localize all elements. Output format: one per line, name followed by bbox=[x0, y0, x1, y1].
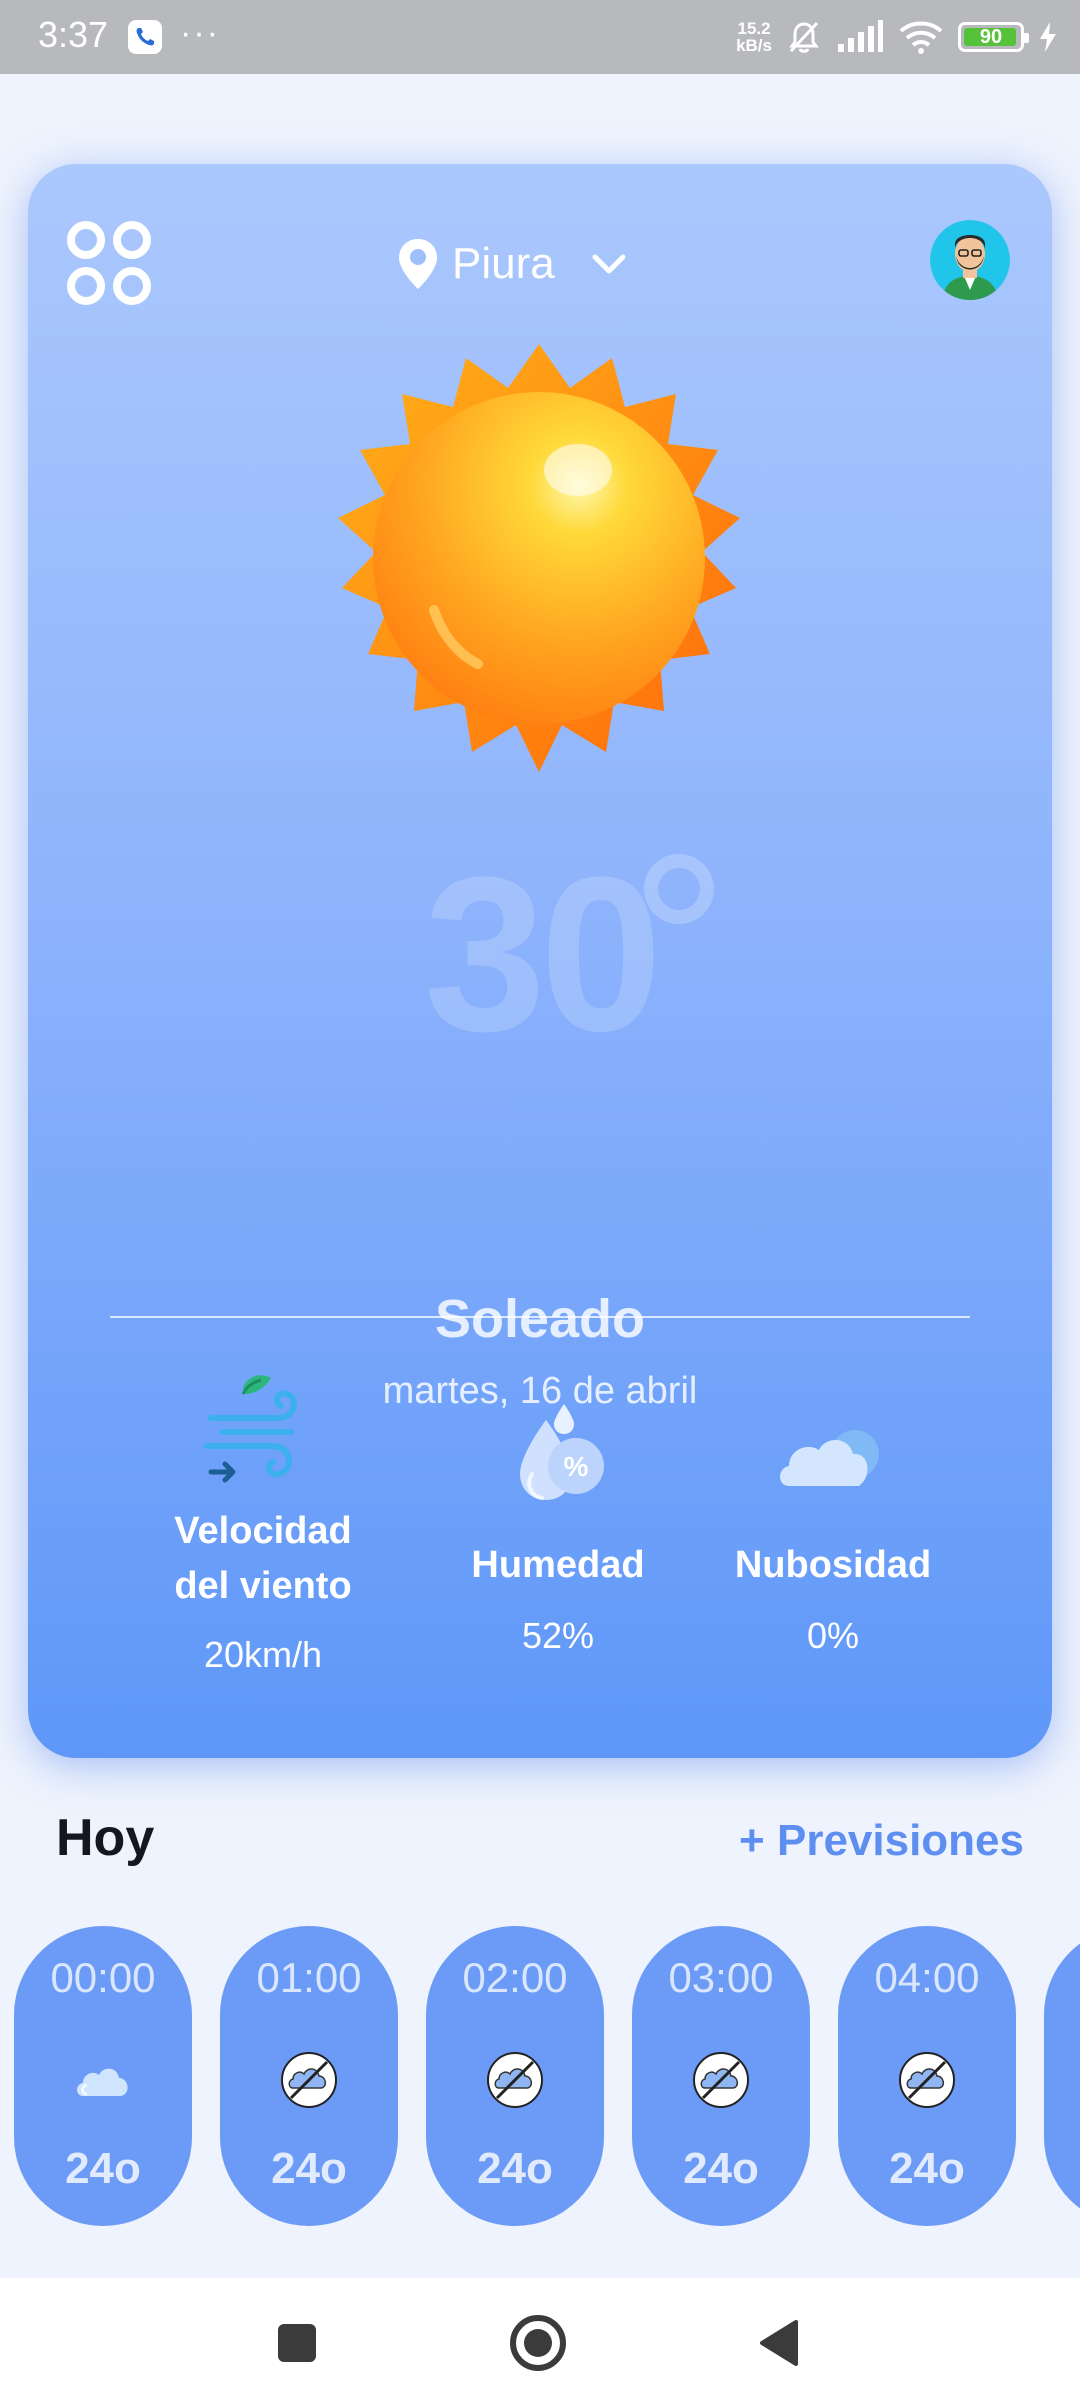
recents-button[interactable] bbox=[262, 2308, 332, 2378]
humidity-stat: % Humedad 52% bbox=[428, 1404, 688, 1657]
weather-condition: Soleado bbox=[434, 1289, 646, 1349]
humidity-icon: % bbox=[520, 1404, 604, 1500]
hour-time: 01:00 bbox=[256, 1954, 362, 2001]
current-temperature: 30 bbox=[423, 831, 663, 1077]
phone-call-icon bbox=[128, 20, 162, 54]
signal-icon bbox=[838, 20, 883, 52]
network-speed: 15.2 kB/s bbox=[736, 20, 772, 54]
battery-indicator: 90 bbox=[958, 22, 1029, 52]
menu-icon[interactable] bbox=[62, 216, 158, 312]
cloudiness-stat: Nubosidad 0% bbox=[688, 1404, 978, 1657]
no-cloud-icon bbox=[487, 2052, 543, 2108]
cloud-icon bbox=[77, 2068, 128, 2096]
location-pin-icon bbox=[399, 239, 437, 289]
location-selector[interactable]: Piura bbox=[396, 232, 631, 296]
home-button[interactable] bbox=[503, 2308, 573, 2378]
hour-time: 02:00 bbox=[462, 1954, 568, 2001]
status-icons: 15.2 kB/s 90 bbox=[736, 0, 1058, 74]
wind-speed-label-line1: Velocidad bbox=[174, 1510, 352, 1552]
back-button[interactable] bbox=[744, 2308, 814, 2378]
hour-temp: 24o bbox=[889, 2144, 965, 2193]
wind-speed-value: 20km/h bbox=[203, 1634, 323, 1675]
cloudiness-label: Nubosidad bbox=[734, 1544, 932, 1586]
location-name: Piura bbox=[452, 239, 555, 288]
wind-speed-label-line2: del viento bbox=[174, 1565, 352, 1607]
wind-speed-stat: Velocidad del viento 20km/h bbox=[148, 1374, 378, 1676]
humidity-value: 52% bbox=[521, 1615, 595, 1656]
hour-time: 00:00 bbox=[50, 1954, 156, 2001]
user-avatar[interactable] bbox=[930, 220, 1010, 300]
no-cloud-icon bbox=[693, 2052, 749, 2108]
no-cloud-icon bbox=[899, 2052, 955, 2108]
chevron-down-icon bbox=[592, 254, 626, 274]
no-cloud-icon bbox=[281, 2052, 337, 2108]
wind-speed-label: Velocidad del viento bbox=[148, 1504, 378, 1614]
square-icon bbox=[278, 2324, 316, 2362]
hour-temp: 24o bbox=[477, 2144, 553, 2193]
more-notifications: ··· bbox=[180, 14, 220, 52]
navigation-bar bbox=[0, 2278, 1080, 2408]
sunny-weather-icon bbox=[338, 344, 740, 772]
network-speed-unit: kB/s bbox=[736, 36, 772, 55]
hour-card-partial[interactable] bbox=[1044, 1926, 1080, 2226]
hour-temp: 24o bbox=[683, 2144, 759, 2193]
svg-text:%: % bbox=[564, 1451, 589, 1482]
weather-card: Piura 30 Soleado martes, 16 de abril Vel… bbox=[28, 164, 1052, 1758]
hour-temp: 24o bbox=[65, 2144, 141, 2193]
hour-card[interactable]: 04:00 24o bbox=[838, 1926, 1016, 2226]
bell-muted-icon bbox=[789, 21, 819, 53]
battery-level: 90 bbox=[979, 25, 1003, 48]
back-triangle-icon bbox=[760, 2320, 798, 2366]
home-circle-icon bbox=[510, 2315, 566, 2371]
battery-cap bbox=[1024, 33, 1029, 43]
network-speed-value: 15.2 bbox=[737, 19, 771, 38]
today-title: Hoy bbox=[56, 1809, 155, 1867]
hour-card[interactable]: 03:00 24o bbox=[632, 1926, 810, 2226]
hour-card[interactable]: 01:00 24o bbox=[220, 1926, 398, 2226]
wind-icon bbox=[204, 1375, 297, 1483]
hour-temp: 24o bbox=[271, 2144, 347, 2193]
hour-time: 04:00 bbox=[874, 1954, 980, 2001]
degree-symbol bbox=[644, 854, 714, 924]
hourly-forecast-list[interactable]: 00:00 24o 01:00 24o 02:00 24o 03:00 24o … bbox=[0, 1926, 1080, 2230]
hour-time: 03:00 bbox=[668, 1954, 774, 2001]
wifi-icon bbox=[899, 21, 943, 54]
cloud-icon bbox=[780, 1430, 879, 1486]
forecast-link[interactable]: + Previsiones bbox=[739, 1816, 1024, 1866]
hour-card[interactable]: 02:00 24o bbox=[426, 1926, 604, 2226]
cloudiness-value: 0% bbox=[806, 1615, 860, 1656]
status-time: 3:37 bbox=[38, 14, 109, 55]
humidity-label: Humedad bbox=[471, 1544, 645, 1586]
status-bar: 3:37 ··· 15.2 kB/s 90 bbox=[0, 0, 1080, 74]
hour-card[interactable]: 00:00 24o bbox=[14, 1926, 192, 2226]
divider bbox=[110, 1316, 970, 1318]
charging-icon bbox=[1040, 22, 1056, 52]
